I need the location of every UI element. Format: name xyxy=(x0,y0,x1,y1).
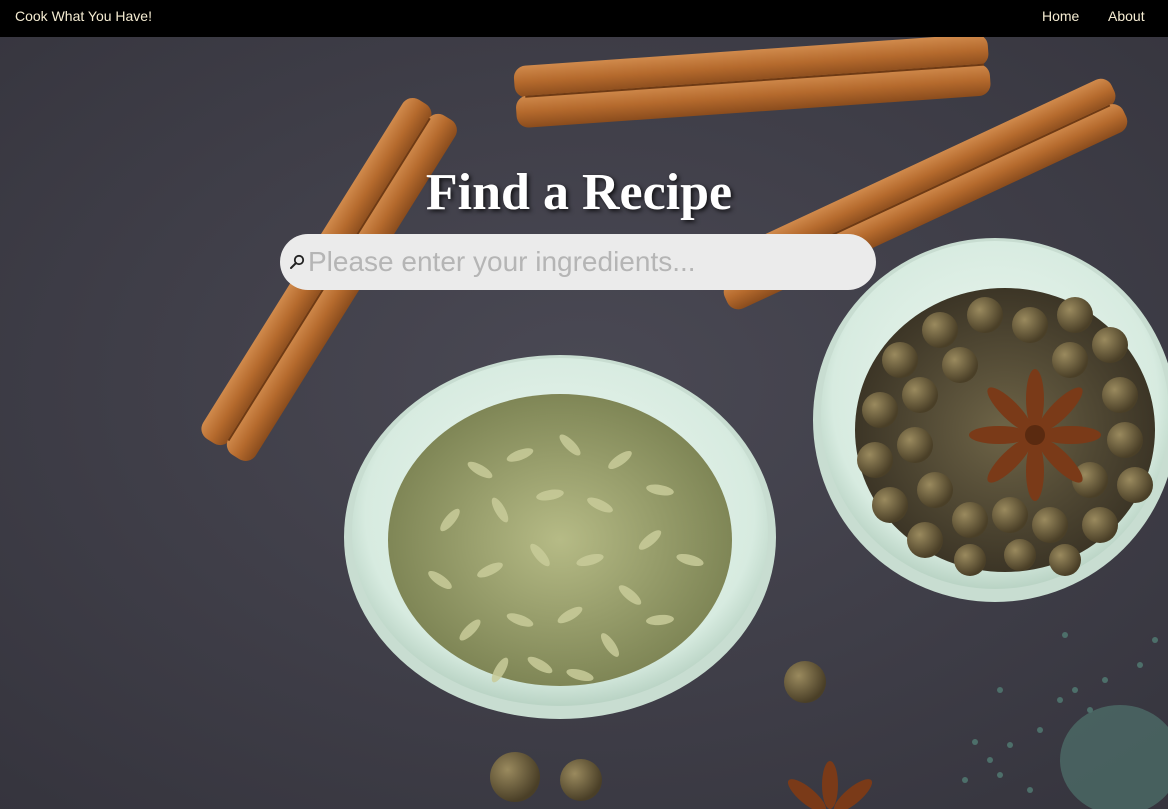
ingredient-search-input[interactable] xyxy=(308,242,858,282)
page: Cook What You Have! Home About Find a Re… xyxy=(0,0,1168,809)
search-icon xyxy=(290,254,305,269)
navbar: Cook What You Have! Home About xyxy=(0,0,1168,37)
hero-background-image xyxy=(0,37,1168,809)
nav-link-home[interactable]: Home xyxy=(1042,8,1079,25)
brand-link[interactable]: Cook What You Have! xyxy=(15,8,152,25)
page-title: Find a Recipe xyxy=(425,164,733,221)
ingredient-search-bar[interactable] xyxy=(280,234,876,290)
nav-link-about[interactable]: About xyxy=(1108,8,1145,25)
